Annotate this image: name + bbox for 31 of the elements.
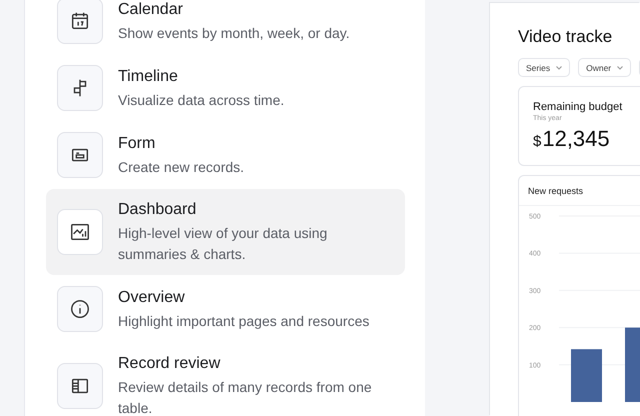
layout-option[interactable]: Calendar Show events by month, week, or day. bbox=[46, 0, 405, 54]
budget-label: Remaining budget bbox=[533, 101, 624, 113]
layout-description: Show events by month, week, or day. bbox=[118, 24, 350, 43]
bar bbox=[571, 349, 602, 402]
layout-option[interactable]: Overview Highlight important pages and resources bbox=[46, 276, 405, 342]
layout-title: Form bbox=[118, 134, 156, 154]
layout-description: Visualize data across time. bbox=[118, 90, 284, 110]
layout-title: Dashboard bbox=[118, 200, 198, 220]
filter-dropdown[interactable]: Owner bbox=[578, 58, 632, 77]
layout-title: Timeline bbox=[118, 66, 179, 86]
layout-description: Highlight important pages and resources bbox=[118, 312, 370, 331]
layout-option[interactable]: Record review Review details of many records from one table. bbox=[46, 343, 405, 416]
calendar-icon bbox=[69, 10, 91, 32]
currency-symbol: $ bbox=[533, 133, 542, 150]
chart-icon bbox=[69, 221, 91, 243]
layout-description: Create new records. bbox=[118, 158, 244, 176]
chevron-down-icon bbox=[556, 66, 562, 70]
layout-option[interactable]: Form Create new records. bbox=[46, 122, 405, 188]
preview-title: Video tracke bbox=[518, 26, 614, 48]
filter-dropdown[interactable]: Series bbox=[518, 58, 570, 77]
info-icon bbox=[69, 298, 91, 320]
budget-amount: 12,345 bbox=[542, 126, 610, 152]
layout-description: High-level view of your data using summaries & charts. bbox=[118, 224, 328, 264]
layout-option[interactable]: Dashboard High-level view of your data using summaries & charts. bbox=[46, 189, 405, 275]
layout-title: Overview bbox=[118, 288, 186, 308]
layout-description: Review details of many records from one table. bbox=[118, 378, 373, 416]
chart-title: New requests bbox=[519, 176, 640, 206]
layout-option[interactable]: Timeline Visualize data across time. bbox=[46, 55, 405, 121]
layout-title: Calendar bbox=[118, 0, 184, 20]
chevron-down-icon bbox=[617, 66, 624, 70]
layout-title: Record review bbox=[118, 354, 222, 374]
